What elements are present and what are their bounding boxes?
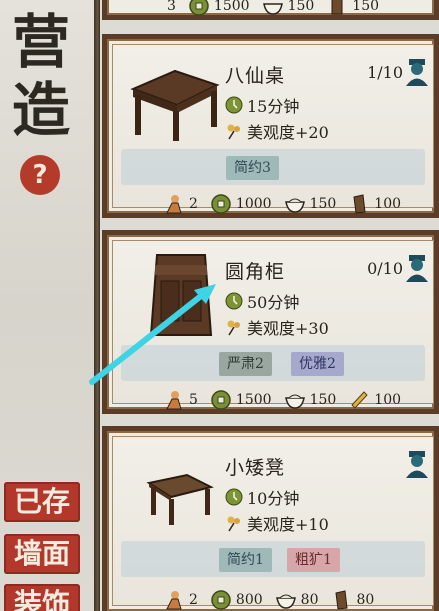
wood-icon (331, 0, 343, 15)
flower-icon (227, 516, 240, 532)
square-table-image (130, 69, 220, 141)
bowl-icon (275, 594, 296, 609)
card-item-3[interactable]: 小矮凳 10分钟 美观度+10 简约1 粗犷1 2 800 80 80 (102, 426, 439, 611)
cost-worker-value: 3 (167, 0, 176, 14)
cost-plank-value: 100 (374, 392, 402, 408)
beauty-value: 美观度+20 (247, 123, 329, 142)
wood-icon (353, 194, 366, 214)
time-icon (225, 292, 243, 310)
item-name: 圆角柜 (225, 261, 286, 283)
coin-icon (211, 194, 231, 214)
item-name: 八仙桌 (225, 65, 286, 87)
build-time: 15分钟 (247, 97, 300, 116)
cost-coin-value: 800 (235, 592, 263, 608)
cost-row: 5 1500 150 100 (163, 387, 425, 413)
coin-icon (211, 590, 231, 610)
build-time: 50分钟 (247, 293, 300, 312)
low-stool-image (146, 473, 214, 525)
cost-bowl-value: 80 (300, 592, 319, 608)
worker-icon (166, 195, 182, 214)
card-item-1[interactable]: 八仙桌 1/10 15分钟 美观度+20 简约3 2 1000 150 100 (102, 34, 439, 218)
cost-worker-value: 2 (189, 196, 198, 212)
cost-bowl-value: 150 (309, 196, 337, 212)
tab-walls[interactable]: 墙面 (4, 534, 80, 574)
cost-coin-value: 1500 (213, 0, 250, 14)
build-time: 10分钟 (247, 489, 300, 508)
craftsman-icon (406, 255, 428, 282)
bowl-icon (262, 3, 283, 15)
worker-icon (166, 591, 182, 610)
wood-icon (335, 590, 349, 610)
style-tag: 简约1 (219, 548, 272, 572)
title-char-zao: 造 (11, 76, 70, 144)
card-item-2[interactable]: 圆角柜 0/10 50分钟 美观度+30 严肃2 优雅2 5 1500 150 … (102, 230, 439, 414)
cost-worker-value: 2 (189, 592, 198, 608)
tag-band: 严肃2 优雅2 (121, 345, 425, 381)
tab-saved[interactable]: 已存 (4, 482, 80, 522)
card-partial-top[interactable]: 3 1500 150 150 (102, 0, 439, 20)
beauty-value: 美观度+10 (247, 515, 329, 534)
coin-icon (211, 390, 231, 410)
time-icon (225, 96, 243, 114)
tag-band: 简约3 (121, 149, 425, 185)
time-icon (225, 488, 243, 506)
worker-icon (166, 391, 182, 410)
sidebar: 营 造 ? 已存 墙面 装饰 (0, 0, 94, 611)
beauty-value: 美观度+30 (247, 319, 329, 338)
style-tag: 粗犷1 (287, 548, 340, 572)
cost-coin-value: 1500 (235, 392, 272, 408)
title-char-ying: 营 (11, 8, 70, 76)
list-frame-rail (94, 0, 100, 611)
style-tag: 优雅2 (291, 352, 344, 376)
help-button[interactable]: ? (20, 155, 60, 195)
cost-row: 2 800 80 80 (163, 587, 425, 611)
flower-icon (227, 124, 240, 140)
cost-wood-value: 80 (356, 592, 375, 608)
flower-icon (227, 320, 240, 336)
coin-icon (189, 0, 209, 16)
tab-decor[interactable]: 装饰 (4, 584, 80, 611)
craftsman-icon (406, 59, 428, 86)
cost-worker-value: 5 (189, 392, 198, 408)
tag-band: 简约1 粗犷1 (121, 541, 425, 577)
cost-row: 3 1500 150 150 (167, 0, 426, 19)
item-name: 小矮凳 (225, 457, 286, 479)
style-tag: 简约3 (226, 156, 279, 180)
cost-wood-value: 100 (374, 196, 402, 212)
round-cabinet-image (149, 254, 213, 336)
item-count: 1/10 (367, 63, 403, 82)
cost-coin-value: 1000 (235, 196, 272, 212)
cost-wood-value: 150 (352, 0, 380, 14)
cost-bowl-value: 150 (287, 0, 315, 14)
item-count: 0/10 (367, 259, 403, 278)
craftsman-icon (406, 451, 428, 478)
bowl-icon (284, 198, 305, 213)
bowl-icon (284, 394, 305, 409)
style-tag: 严肃2 (219, 352, 272, 376)
cost-row: 2 1000 150 100 (163, 191, 425, 217)
plank-icon (351, 391, 368, 409)
cost-bowl-value: 150 (309, 392, 337, 408)
